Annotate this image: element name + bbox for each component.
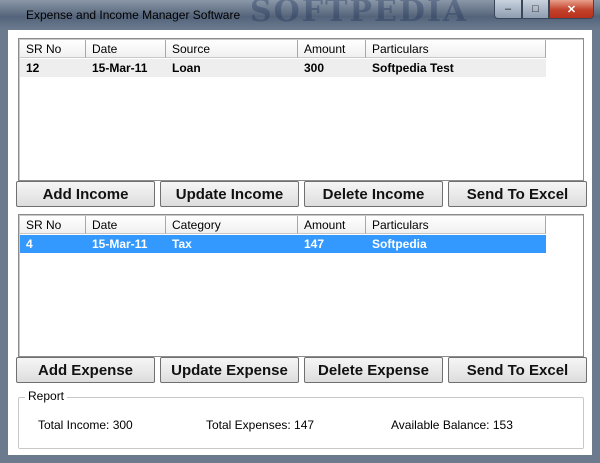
income-send-to-excel-button[interactable]: Send To Excel — [448, 181, 587, 207]
expense-list[interactable]: SR No Date Category Amount Particulars 4… — [18, 214, 584, 357]
column-header-particulars[interactable]: Particulars — [366, 40, 546, 58]
available-balance-label: Available Balance: 153 — [391, 418, 513, 432]
table-row[interactable]: 12 15-Mar-11 Loan 300 Softpedia Test — [20, 59, 546, 77]
cell-particulars: Softpedia — [372, 237, 427, 251]
cell-sr-no: 4 — [26, 237, 33, 251]
column-header-particulars[interactable]: Particulars — [366, 216, 546, 234]
app-window: SOFTPEDIA Expense and Income Manager Sof… — [0, 0, 600, 463]
delete-expense-button[interactable]: Delete Expense — [304, 357, 443, 383]
total-expenses-label: Total Expenses: 147 — [206, 418, 315, 432]
maximize-button[interactable]: □ — [522, 0, 549, 19]
add-expense-button[interactable]: Add Expense — [16, 357, 155, 383]
cell-amount: 300 — [304, 61, 325, 75]
window-title: Expense and Income Manager Software — [26, 8, 241, 22]
income-list-header: SR No Date Source Amount Particulars — [20, 40, 546, 59]
title-bar[interactable]: SOFTPEDIA Expense and Income Manager Sof… — [0, 0, 600, 30]
income-list[interactable]: SR No Date Source Amount Particulars 12 … — [18, 38, 584, 181]
cell-date: 15-Mar-11 — [92, 61, 148, 75]
column-header-source[interactable]: Source — [166, 40, 298, 58]
cell-category: Tax — [172, 237, 192, 251]
table-row-selected[interactable]: 4 15-Mar-11 Tax 147 Softpedia — [20, 235, 546, 253]
report-group: Report Total Income: 300 Total Expenses:… — [18, 389, 584, 449]
minimize-button[interactable]: – — [494, 0, 522, 19]
total-income-label: Total Income: 300 — [38, 418, 133, 432]
column-header-date[interactable]: Date — [86, 40, 166, 58]
minimize-icon: – — [504, 3, 512, 15]
expense-send-to-excel-button[interactable]: Send To Excel — [448, 357, 587, 383]
close-button[interactable]: ✕ — [549, 0, 594, 19]
delete-income-button[interactable]: Delete Income — [304, 181, 443, 207]
cell-source: Loan — [172, 61, 201, 75]
column-header-sr-no[interactable]: SR No — [20, 216, 86, 234]
cell-particulars: Softpedia Test — [372, 61, 454, 75]
expense-list-header: SR No Date Category Amount Particulars — [20, 216, 546, 235]
window-controls: – □ ✕ — [494, 0, 594, 19]
cell-sr-no: 12 — [26, 61, 40, 75]
column-header-amount[interactable]: Amount — [298, 40, 366, 58]
update-income-button[interactable]: Update Income — [160, 181, 299, 207]
column-header-amount[interactable]: Amount — [298, 216, 366, 234]
column-header-category[interactable]: Category — [166, 216, 298, 234]
add-income-button[interactable]: Add Income — [16, 181, 155, 207]
expense-button-row: Add Expense Update Expense Delete Expens… — [16, 357, 587, 385]
income-button-row: Add Income Update Income Delete Income S… — [16, 181, 587, 209]
update-expense-button[interactable]: Update Expense — [160, 357, 299, 383]
cell-amount: 147 — [304, 237, 325, 251]
cell-date: 15-Mar-11 — [92, 237, 148, 251]
column-header-sr-no[interactable]: SR No — [20, 40, 86, 58]
column-header-date[interactable]: Date — [86, 216, 166, 234]
close-icon: ✕ — [566, 3, 577, 16]
title-watermark: SOFTPEDIA — [250, 0, 469, 29]
report-legend: Report — [25, 389, 68, 403]
maximize-icon: □ — [532, 3, 539, 15]
client-area: SR No Date Source Amount Particulars 12 … — [8, 30, 592, 455]
